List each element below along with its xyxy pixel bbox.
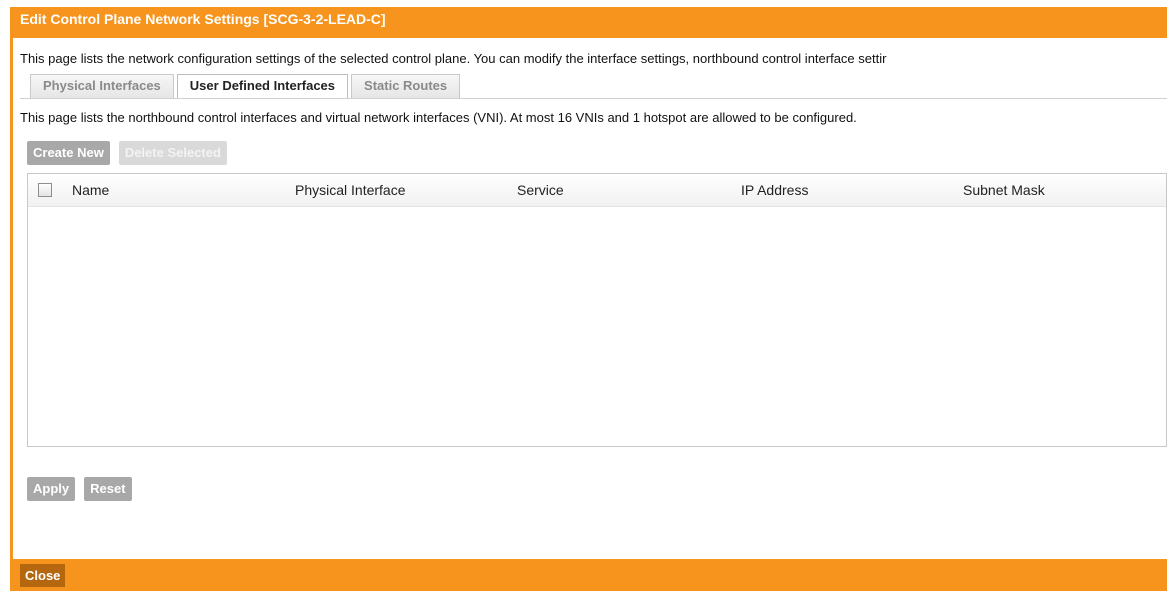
tab-bar: Physical Interfaces User Defined Interfa… — [30, 74, 461, 98]
apply-button[interactable]: Apply — [27, 477, 76, 501]
tab-divider — [20, 98, 1167, 99]
tab-static-routes[interactable]: Static Routes — [351, 74, 461, 98]
create-new-button[interactable]: Create New — [27, 141, 110, 165]
select-all-checkbox[interactable] — [38, 183, 52, 197]
column-header-subnet-mask[interactable]: Subnet Mask — [963, 182, 1045, 198]
column-header-ip-address[interactable]: IP Address — [741, 182, 808, 198]
reset-button[interactable]: Reset — [84, 477, 132, 501]
interfaces-table: Name Physical Interface Service IP Addre… — [27, 173, 1167, 447]
column-header-physical-interface[interactable]: Physical Interface — [295, 182, 406, 198]
dialog-title: Edit Control Plane Network Settings [SCG… — [13, 7, 1167, 38]
column-header-service[interactable]: Service — [517, 182, 564, 198]
tab-description: This page lists the northbound control i… — [20, 110, 857, 125]
table-header: Name Physical Interface Service IP Addre… — [28, 174, 1166, 207]
form-actions: Apply Reset — [27, 477, 132, 501]
intro-text: This page lists the network configuratio… — [20, 51, 887, 66]
column-header-name[interactable]: Name — [72, 182, 109, 198]
tab-user-defined-interfaces[interactable]: User Defined Interfaces — [176, 74, 349, 98]
grid-toolbar: Create New Delete Selected — [27, 141, 227, 165]
delete-selected-button[interactable]: Delete Selected — [118, 141, 227, 165]
tab-physical-interfaces[interactable]: Physical Interfaces — [30, 74, 174, 98]
dialog-footer: Close — [13, 559, 1167, 591]
edit-network-settings-dialog: Edit Control Plane Network Settings [SCG… — [10, 7, 1167, 591]
close-button[interactable]: Close — [20, 564, 66, 587]
